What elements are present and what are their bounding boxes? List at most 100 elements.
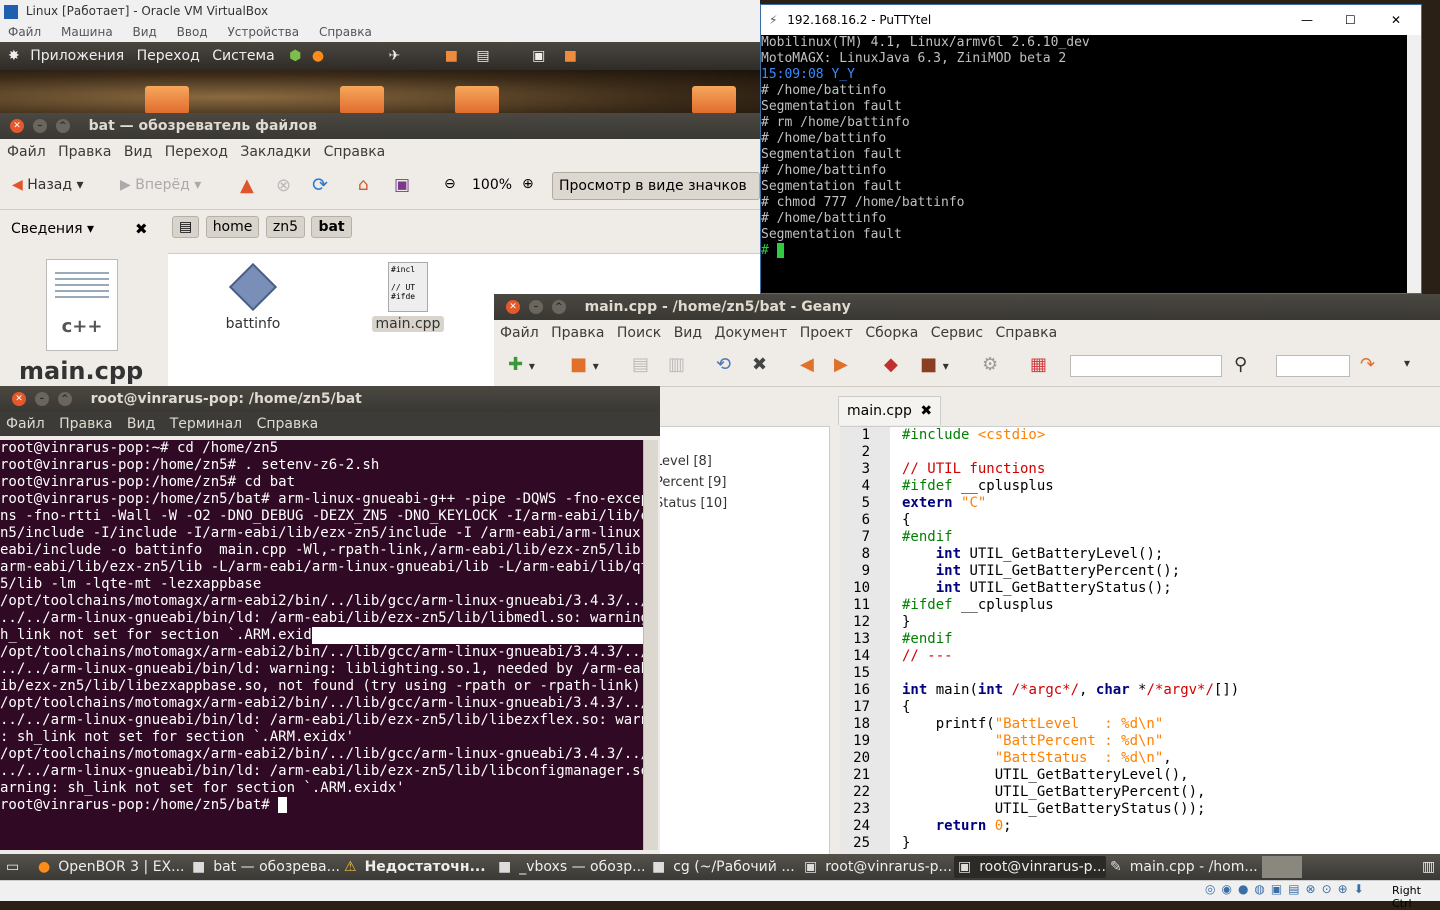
taskbar-task[interactable]: ✎ main.cpp - /hom... [1106, 856, 1258, 878]
code-editor[interactable]: 1 2 3 4 5 6 7 8 9 10 11 12 13 14 15 16 17 18 19 20 21 22 23 24 2… [840, 426, 1440, 855]
menu-search[interactable]: Поиск [617, 325, 661, 341]
close-file-icon[interactable]: ✖ [752, 354, 767, 375]
menu-file[interactable]: Файл [7, 144, 46, 160]
taskbar-task[interactable]: ■ bat — обозрева... [188, 856, 340, 878]
menu-edit[interactable]: Правка [58, 144, 111, 160]
menu-tools[interactable]: Сервис [931, 325, 983, 341]
minimize-icon[interactable]: – [34, 392, 49, 406]
zoom-out-icon[interactable]: ⊖ [444, 176, 456, 192]
back-arrow-icon[interactable]: ◀ [800, 354, 814, 375]
menu-view[interactable]: Вид [674, 325, 702, 341]
vbox-menu-machine[interactable]: Машина [61, 25, 113, 39]
launcher-misc-icon[interactable]: ✈ [389, 48, 401, 64]
maximize-icon[interactable]: ^ [57, 392, 72, 406]
save-icon[interactable]: ▤ [632, 354, 649, 375]
stop-icon[interactable]: ⊗ [276, 175, 291, 196]
launcher-folder-icon[interactable]: ■ [445, 48, 458, 64]
menu-view[interactable]: Вид [127, 416, 155, 432]
close-tab-icon[interactable]: ✖ [920, 403, 932, 419]
breadcrumb-root-icon[interactable]: ▤ [172, 216, 200, 238]
computer-icon[interactable]: ▣ [394, 175, 410, 195]
goto-line-icon[interactable]: ↷ [1360, 354, 1375, 375]
build-icon[interactable]: ■ ▾ [920, 354, 949, 375]
editor-tab[interactable]: main.cpp ✖ [838, 396, 942, 425]
menu-document[interactable]: Документ [715, 325, 788, 341]
side-pane-selector[interactable]: Сведения ▾ [11, 221, 94, 237]
home-icon[interactable]: ⌂ [358, 175, 369, 195]
menu-file[interactable]: Файл [6, 416, 45, 432]
menu-edit[interactable]: Правка [551, 325, 604, 341]
file-item[interactable]: battinfo [218, 262, 288, 332]
taskbar-task[interactable]: ▣ root@vinrarus-p... [800, 856, 952, 878]
close-icon[interactable]: ✕ [506, 300, 520, 314]
minimize-icon[interactable]: – [528, 300, 543, 314]
back-button[interactable]: ◀ Назад ▾ [12, 177, 84, 193]
menu-bookmarks[interactable]: Закладки [240, 144, 311, 160]
launcher-terminal-icon[interactable]: ▣ [532, 48, 545, 64]
show-desktop-icon[interactable]: ▭ [2, 856, 26, 878]
minimize-icon[interactable]: – [32, 119, 47, 133]
new-file-icon[interactable]: ✚ ▾ [508, 354, 535, 375]
desktop-folder-icon[interactable] [455, 86, 499, 114]
breadcrumb-bat[interactable]: bat [311, 216, 352, 238]
terminal-output[interactable]: root@vinrarus-pop:~# cd /home/zn5 root@vi… [0, 440, 643, 850]
menu-help[interactable]: Справка [324, 144, 386, 160]
workspace-switcher[interactable] [1262, 856, 1302, 878]
taskbar-task[interactable]: ■ cg (~/Рабочий ... [648, 856, 800, 878]
terminal-scrollbar[interactable] [643, 440, 658, 850]
taskbar-task[interactable]: ■ _vboxs — обозр... [494, 856, 646, 878]
vbox-menu-input[interactable]: Ввод [177, 25, 208, 39]
menu-build[interactable]: Сборка [865, 325, 918, 341]
toolbar-overflow-icon[interactable]: ▾ [1404, 356, 1410, 370]
vbox-menu-devices[interactable]: Устройства [227, 25, 299, 39]
menu-places[interactable]: Переход [137, 48, 200, 64]
menu-terminal[interactable]: Терминал [170, 416, 242, 432]
symbol-item[interactable]: Level [8] [655, 427, 829, 472]
menu-go[interactable]: Переход [165, 144, 228, 160]
search-icon[interactable]: ⚲ [1234, 354, 1247, 375]
breadcrumb-home[interactable]: home [205, 216, 260, 238]
forward-arrow-icon[interactable]: ▶ [834, 354, 848, 375]
execute-gear-icon[interactable]: ⚙ [982, 354, 998, 375]
launcher-firefox-icon[interactable]: ● [312, 48, 324, 64]
menu-project[interactable]: Проект [800, 325, 853, 341]
goto-line-input[interactable] [1276, 355, 1350, 377]
close-icon[interactable]: ✕ [1391, 5, 1401, 35]
desktop-folder-icon[interactable] [145, 86, 189, 114]
putty-scrollbar[interactable] [1407, 35, 1421, 293]
taskbar-task[interactable]: ● OpenBOR 3 | EX... [34, 856, 186, 878]
vbox-menu-help[interactable]: Справка [319, 25, 372, 39]
desktop-folder-icon[interactable] [692, 86, 736, 114]
minimize-icon[interactable]: — [1301, 5, 1313, 35]
breadcrumb-zn5[interactable]: zn5 [265, 216, 305, 238]
symbol-item[interactable]: Percent [9] [655, 472, 829, 493]
save-all-icon[interactable]: ▥ [668, 354, 685, 375]
menu-edit[interactable]: Правка [59, 416, 112, 432]
desktop-folder-icon[interactable] [340, 86, 384, 114]
launcher-text-icon[interactable]: ▤ [476, 48, 489, 64]
taskbar-task[interactable]: ⚠ Недостаточн... [340, 856, 492, 878]
menu-help[interactable]: Справка [257, 416, 319, 432]
compile-icon[interactable]: ◆ [884, 354, 898, 375]
menu-system[interactable]: Система [212, 48, 274, 64]
forward-button[interactable]: ▶ Вперёд ▾ [120, 177, 201, 193]
maximize-icon[interactable]: ☐ [1345, 5, 1356, 35]
vbox-menu-view[interactable]: Вид [133, 25, 157, 39]
color-chooser-icon[interactable]: ▦ [1030, 354, 1047, 375]
close-icon[interactable]: ✕ [10, 119, 24, 133]
revert-icon[interactable]: ⟲ [716, 354, 731, 375]
taskbar-task[interactable]: ▣ root@vinrarus-p... [954, 856, 1106, 878]
launcher-network-icon[interactable]: ⬢ [289, 48, 301, 64]
close-icon[interactable]: ✕ [12, 392, 26, 406]
menu-help[interactable]: Справка [996, 325, 1058, 341]
maximize-icon[interactable]: ^ [55, 119, 70, 133]
reload-icon[interactable]: ⟳ [312, 174, 328, 196]
symbol-item[interactable]: Status [10] [655, 493, 829, 514]
file-item[interactable]: #incl // UT #ifde main.cpp [372, 262, 444, 332]
menu-file[interactable]: Файл [500, 325, 539, 341]
open-file-icon[interactable]: ■ ▾ [570, 354, 599, 375]
putty-terminal[interactable]: Mobilinux(TM) 4.1, Linux/armv6l 2.6.10_d… [761, 35, 1407, 293]
view-mode-select[interactable]: Просмотр в виде значков [552, 172, 760, 200]
zoom-in-icon[interactable]: ⊕ [522, 176, 534, 192]
up-icon[interactable]: ▲ [240, 175, 254, 196]
